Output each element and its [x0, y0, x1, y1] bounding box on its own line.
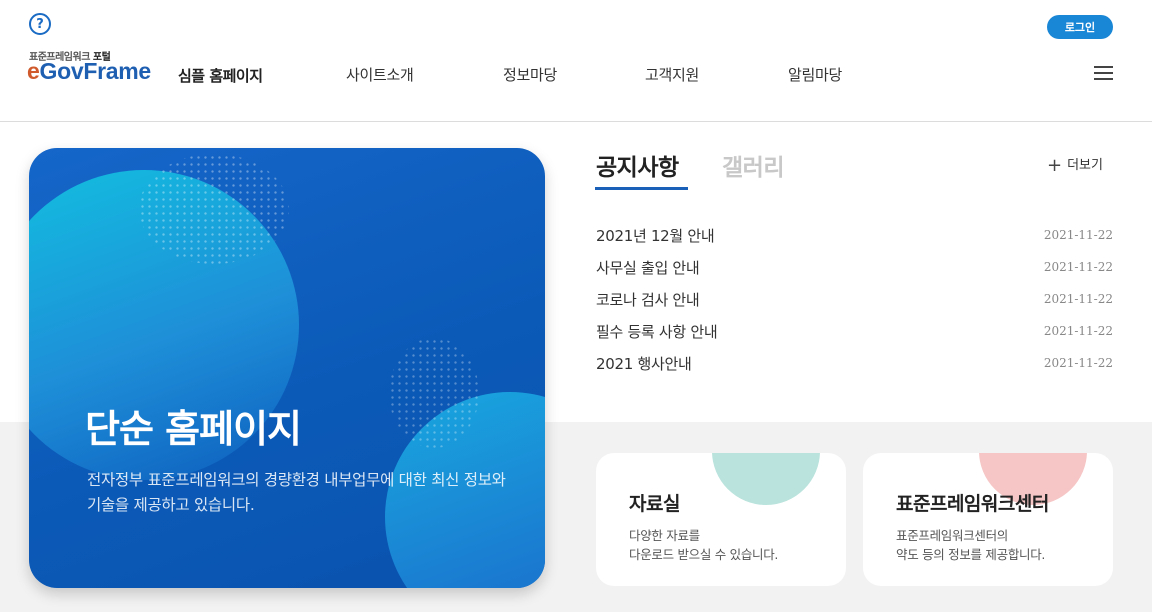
site-header: ? 표준프레임워크 포털 eGovFrame 심플 홈페이지 사이트소개 정보마… — [0, 0, 1152, 122]
notice-date: 2021-11-22 — [1043, 228, 1113, 242]
help-icon[interactable]: ? — [29, 13, 51, 35]
plus-icon: + — [1047, 155, 1063, 176]
list-item[interactable]: 2021 행사안내 2021-11-22 — [596, 347, 1113, 379]
egovframe-logo[interactable]: eGovFrame — [27, 58, 151, 85]
notice-date: 2021-11-22 — [1043, 260, 1113, 274]
notice-title[interactable]: 2021 행사안내 — [596, 353, 692, 374]
tab-gallery[interactable]: 갤러리 — [722, 148, 784, 182]
list-item[interactable]: 2021년 12월 안내 2021-11-22 — [596, 219, 1113, 251]
notice-title[interactable]: 필수 등록 사항 안내 — [596, 321, 718, 342]
hero-banner: 단순 홈페이지 전자정부 표준프레임워크의 경량환경 내부업무에 대한 최신 정… — [29, 148, 545, 588]
nav-item-notice[interactable]: 알림마당 — [788, 64, 842, 85]
logo-text: GovFrame — [39, 58, 152, 84]
card-description: 다양한 자료를 다운로드 받으실 수 있습니다. — [629, 528, 779, 562]
notice-list: 2021년 12월 안내 2021-11-22 사무실 출입 안내 2021-1… — [596, 219, 1113, 379]
more-label: 더보기 — [1067, 158, 1103, 173]
site-title[interactable]: 심플 홈페이지 — [178, 65, 263, 86]
logo-letter-e: e — [27, 58, 40, 84]
card-title: 자료실 — [629, 493, 680, 515]
hero-description: 전자정부 표준프레임워크의 경량환경 내부업무에 대한 최신 정보와 기술을 제… — [87, 471, 506, 514]
list-item[interactable]: 사무실 출입 안내 2021-11-22 — [596, 251, 1113, 283]
list-item[interactable]: 필수 등록 사항 안내 2021-11-22 — [596, 315, 1113, 347]
notice-date: 2021-11-22 — [1043, 356, 1113, 370]
hero-dot-pattern — [389, 338, 479, 448]
nav-item-site-intro[interactable]: 사이트소개 — [346, 64, 414, 85]
hamburger-menu-icon[interactable] — [1094, 66, 1113, 81]
notice-title[interactable]: 사무실 출입 안내 — [596, 257, 700, 278]
notice-title[interactable]: 코로나 검사 안내 — [596, 289, 700, 310]
list-item[interactable]: 코로나 검사 안내 2021-11-22 — [596, 283, 1113, 315]
nav-item-support[interactable]: 고객지원 — [645, 64, 699, 85]
card-framework-center[interactable]: 표준프레임워크센터 표준프레임워크센터의 약도 등의 정보를 제공합니다. — [863, 453, 1113, 586]
card-archive[interactable]: 자료실 다양한 자료를 다운로드 받으실 수 있습니다. — [596, 453, 846, 586]
hero-title: 단순 홈페이지 — [85, 407, 302, 451]
hero-dot-pattern — [139, 154, 289, 264]
nav-item-info[interactable]: 정보마당 — [503, 64, 557, 85]
notice-title[interactable]: 2021년 12월 안내 — [596, 225, 715, 246]
card-description: 표준프레임워크센터의 약도 등의 정보를 제공합니다. — [896, 528, 1046, 562]
card-decoration-circle — [712, 453, 820, 505]
card-title: 표준프레임워크센터 — [896, 493, 1049, 515]
active-tab-indicator — [595, 187, 688, 190]
notice-date: 2021-11-22 — [1043, 292, 1113, 306]
more-link[interactable]: + 더보기 — [1047, 154, 1103, 176]
notice-date: 2021-11-22 — [1043, 324, 1113, 338]
login-button[interactable]: 로그인 — [1047, 15, 1113, 39]
tab-notice[interactable]: 공지사항 — [596, 148, 679, 182]
